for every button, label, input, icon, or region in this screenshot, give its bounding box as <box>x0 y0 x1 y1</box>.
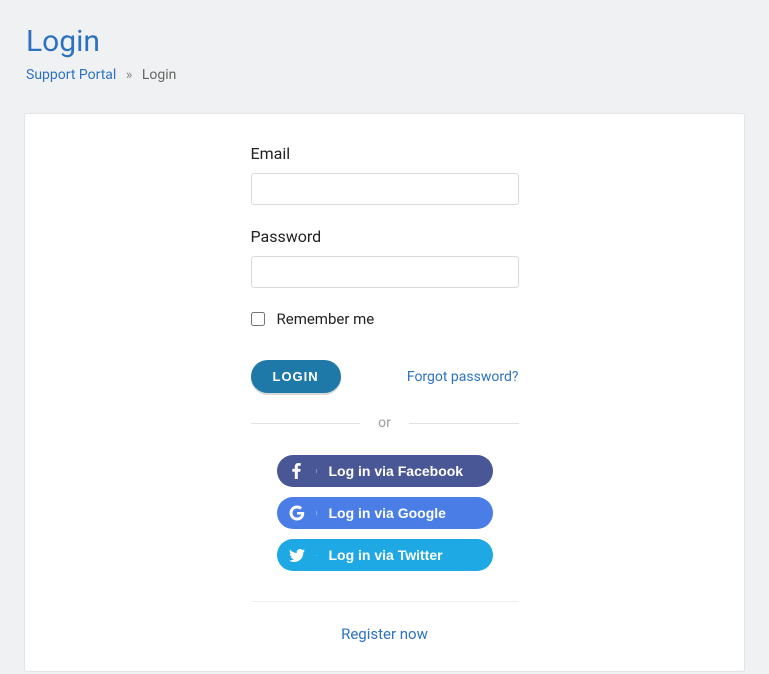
facebook-button-label: Log in via Facebook <box>317 463 464 479</box>
twitter-button-label: Log in via Twitter <box>317 547 443 563</box>
login-google-button[interactable]: Log in via Google <box>277 497 493 529</box>
breadcrumb-root-link[interactable]: Support Portal <box>26 67 116 83</box>
forgot-password-link[interactable]: Forgot password? <box>407 369 519 385</box>
password-field[interactable] <box>251 256 519 288</box>
register-link[interactable]: Register now <box>341 625 428 643</box>
divider-text: or <box>378 415 391 431</box>
footer-divider <box>251 601 519 602</box>
google-icon <box>277 505 317 521</box>
breadcrumb-separator: » <box>126 67 133 83</box>
breadcrumb-current: Login <box>142 67 177 83</box>
password-label: Password <box>251 227 519 246</box>
login-twitter-button[interactable]: Log in via Twitter <box>277 539 493 571</box>
remember-me-label: Remember me <box>277 310 375 328</box>
login-card: Email Password Remember me LOGIN Forgot … <box>24 113 745 672</box>
twitter-icon <box>277 549 317 562</box>
email-field[interactable] <box>251 173 519 205</box>
facebook-icon <box>277 463 317 479</box>
divider-line-right <box>409 423 519 424</box>
divider: or <box>251 415 519 431</box>
google-button-label: Log in via Google <box>317 505 446 521</box>
page-title: Login <box>26 24 743 59</box>
login-facebook-button[interactable]: Log in via Facebook <box>277 455 493 487</box>
remember-me-checkbox[interactable] <box>251 312 265 326</box>
email-label: Email <box>251 144 519 163</box>
divider-line-left <box>251 423 361 424</box>
login-button[interactable]: LOGIN <box>251 360 341 393</box>
breadcrumb: Support Portal » Login <box>26 67 743 83</box>
